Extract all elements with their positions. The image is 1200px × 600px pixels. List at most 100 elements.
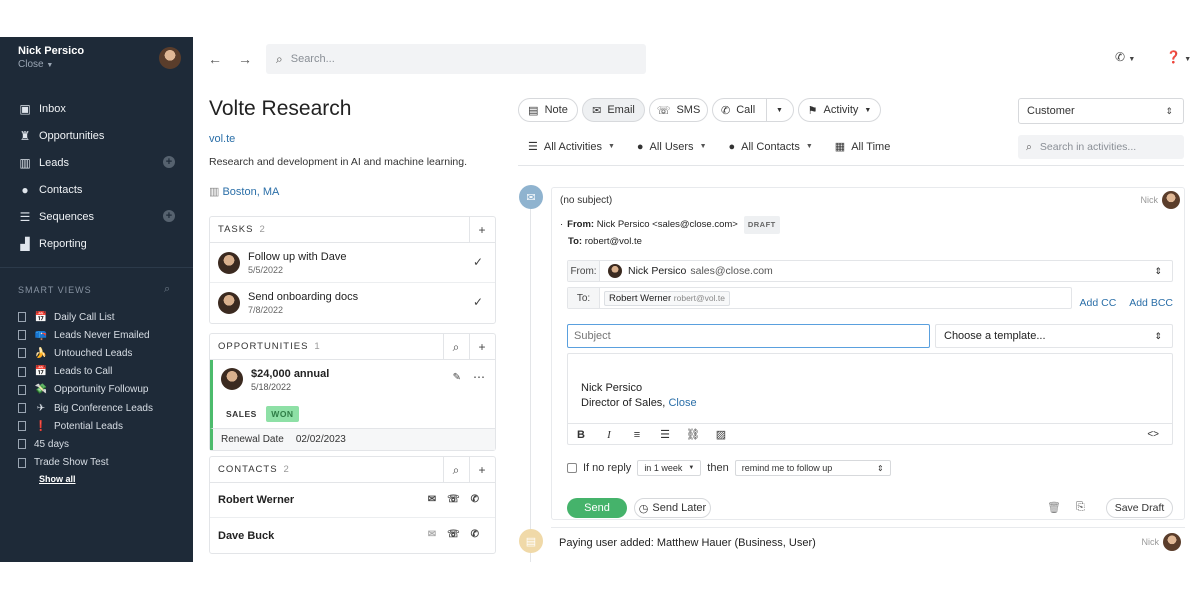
note-button[interactable]: ▤ Note [518, 98, 578, 122]
task-row[interactable]: Follow up with Dave 5/5/2022 ✓ [210, 243, 495, 283]
search-placeholder: Search... [290, 53, 335, 65]
sidebar-item-leads[interactable]: ▥ Leads + [0, 149, 193, 176]
smart-view-item[interactable]: ✈ Big Conference Leads [18, 399, 153, 417]
lead-url-link[interactable]: vol.te [209, 133, 496, 145]
trash-icon[interactable]: 🗑 [1047, 501, 1061, 514]
search-icon[interactable]: ⌕ [443, 334, 469, 360]
tasks-header: TASKS 2 + [210, 217, 495, 243]
smart-view-label: Leads to Call [54, 366, 113, 378]
bold-icon[interactable]: B [567, 429, 595, 441]
sms-icon[interactable]: ☏ [447, 494, 460, 505]
smart-view-item[interactable]: 45 days [18, 435, 153, 453]
note-activity[interactable]: Paying user added: Matthew Hauer (Busine… [551, 527, 1185, 562]
contact-row[interactable]: Robert Werner ✉ ☏ ✆ [210, 483, 495, 518]
add-bcc-link[interactable]: Add BCC [1129, 297, 1173, 309]
check-icon[interactable]: ✓ [473, 295, 483, 309]
phone-menu[interactable]: ✆ ▼ [1115, 50, 1135, 64]
recipient-chip[interactable]: Robert Werner robert@vol.te [604, 290, 730, 306]
document-icon [18, 330, 26, 341]
more-icon[interactable]: ⋯ [473, 370, 485, 384]
interval-select[interactable]: in 1 week ▼ [637, 460, 702, 476]
ordered-list-icon[interactable]: ≡ [623, 429, 651, 441]
divider [0, 267, 193, 268]
back-arrow-icon[interactable]: ← [208, 51, 222, 67]
document-icon [18, 421, 26, 432]
email-button[interactable]: ✉ Email [582, 98, 645, 122]
signature-company-link[interactable]: Close [668, 397, 696, 409]
subject-input[interactable] [567, 324, 930, 348]
email-icon[interactable]: ✉ [428, 529, 436, 540]
caret-down-icon[interactable]: ▼ [776, 107, 783, 114]
sidebar-item-opportunities[interactable]: ♜ Opportunities [0, 122, 193, 149]
user-menu[interactable]: Nick Persico Close ▼ [18, 45, 84, 70]
bullet-list-icon[interactable]: ☰ [651, 428, 679, 441]
avatar[interactable] [159, 47, 181, 69]
activity-button[interactable]: ⚑ Activity ▼ [798, 98, 881, 122]
caret-down-icon: ▼ [1128, 56, 1136, 63]
followup-checkbox[interactable] [567, 463, 577, 473]
forward-arrow-icon[interactable]: → [238, 51, 252, 67]
code-icon[interactable]: <> [1147, 429, 1159, 440]
send-later-button[interactable]: ◷ Send Later [634, 498, 711, 518]
filter-activities[interactable]: ☰ All Activities ▼ [528, 140, 615, 154]
link-icon[interactable]: ⛓ [679, 428, 707, 441]
task-row[interactable]: Send onboarding docs 7/8/2022 ✓ [210, 283, 495, 323]
lead-name: Volte Research [209, 97, 352, 120]
lead-status-select[interactable]: Customer ⇕ [1018, 98, 1184, 124]
phone-icon: ✆ [721, 104, 731, 117]
image-icon[interactable]: ▨ [707, 428, 735, 441]
from-field[interactable]: From: Nick Persico sales@close.com ⇕ [567, 260, 1173, 282]
smart-view-item[interactable]: 🍌 Untouched Leads [18, 344, 153, 362]
add-opportunity-button[interactable]: + [469, 334, 495, 360]
help-menu[interactable]: ❓ ▼ [1166, 50, 1191, 64]
activity-search-input[interactable]: ⌕ Search in activities... [1018, 135, 1184, 159]
email-icon[interactable]: ✉ [428, 494, 436, 505]
smart-view-item[interactable]: 📪 Leads Never Emailed [18, 326, 153, 344]
filter-users[interactable]: ● All Users ▼ [637, 140, 707, 153]
save-draft-button[interactable]: Save Draft [1106, 498, 1173, 518]
filter-time[interactable]: ▦ All Time [835, 140, 891, 154]
smart-view-label: Leads Never Emailed [54, 329, 150, 341]
add-task-button[interactable]: + [469, 217, 495, 243]
phone-icon[interactable]: ✆ [471, 494, 479, 505]
send-button[interactable]: Send [567, 498, 627, 518]
smart-view-label: Daily Call List [54, 311, 115, 323]
tasks-count: 2 [259, 224, 266, 235]
filter-contacts[interactable]: ● All Contacts ▼ [729, 140, 813, 153]
add-cc-link[interactable]: Add CC [1080, 297, 1117, 309]
lead-location-link[interactable]: ▥ Boston, MA [209, 185, 496, 198]
show-all-link[interactable]: Show all [18, 474, 153, 484]
sidebar-item-contacts[interactable]: ● Contacts [0, 176, 193, 203]
sidebar-item-inbox[interactable]: ▣ Inbox [0, 95, 193, 122]
followup-action-select[interactable]: remind me to follow up ⇕ [734, 460, 891, 476]
attachment-icon[interactable]: ⎘ [1076, 501, 1085, 514]
italic-icon[interactable]: I [595, 429, 623, 441]
opportunity-item[interactable]: $24,000 annual 5/18/2022 ✎ ⋯ SALES WON [210, 360, 495, 428]
edit-icon[interactable]: ✎ [453, 372, 461, 383]
search-input[interactable]: ⌕ Search... [266, 44, 646, 74]
phone-icon[interactable]: ✆ [471, 529, 479, 540]
template-placeholder: Choose a template... [944, 330, 1046, 342]
sms-button[interactable]: ☏ SMS [649, 98, 708, 122]
call-button[interactable]: ✆ Call ▼ [712, 98, 794, 122]
note-activity-icon: ▤ [519, 529, 543, 553]
add-lead-icon[interactable]: + [163, 156, 175, 168]
sms-icon[interactable]: ☏ [447, 529, 460, 540]
search-icon[interactable]: ⌕ [164, 283, 170, 296]
smart-view-item[interactable]: 📅 Daily Call List [18, 308, 153, 326]
search-icon[interactable]: ⌕ [443, 457, 469, 483]
smart-view-item[interactable]: ❗ Potential Leads [18, 417, 153, 435]
org-switcher[interactable]: Close ▼ [18, 59, 84, 70]
to-field[interactable]: To: Robert Werner robert@vol.te [567, 287, 1072, 309]
check-icon[interactable]: ✓ [473, 255, 483, 269]
smart-view-item[interactable]: Trade Show Test [18, 454, 153, 472]
smart-view-item[interactable]: 💸 Opportunity Followup [18, 381, 153, 399]
add-sequence-icon[interactable]: + [163, 210, 175, 222]
sidebar-item-sequences[interactable]: ☰ Sequences + [0, 203, 193, 230]
template-select[interactable]: Choose a template... ⇕ [935, 324, 1173, 348]
contact-row[interactable]: Dave Buck ✉ ☏ ✆ [210, 518, 495, 553]
add-contact-button[interactable]: + [469, 457, 495, 483]
sidebar-item-reporting[interactable]: ▟ Reporting [0, 230, 193, 257]
from-email: sales@close.com [690, 265, 773, 277]
smart-view-item[interactable]: 📅 Leads to Call [18, 363, 153, 381]
